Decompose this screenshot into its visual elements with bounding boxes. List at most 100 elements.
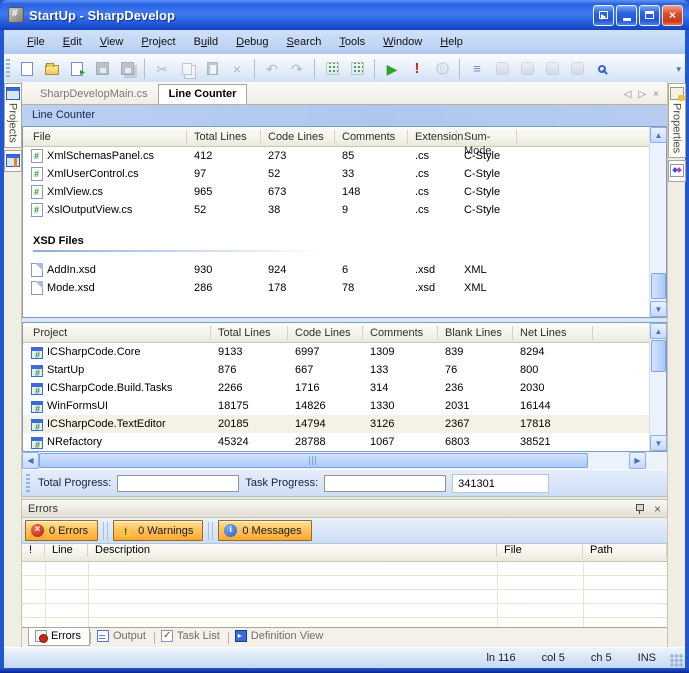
scroll-thumb[interactable]: [39, 453, 588, 468]
redo-button[interactable]: ↷: [285, 57, 309, 81]
column-header-extension[interactable]: Extension: [408, 130, 457, 144]
table-row[interactable]: Mode.xsd28617878.xsdXML: [23, 279, 649, 297]
scroll-up-icon[interactable]: ▲: [650, 127, 667, 143]
column-header-net-lines[interactable]: Net Lines: [513, 326, 593, 340]
toggle-bookmark-button[interactable]: [490, 57, 514, 81]
projects-tab[interactable]: Projects: [4, 83, 22, 148]
minimize-button[interactable]: [616, 5, 637, 26]
profile-button[interactable]: 0: [430, 57, 454, 81]
next-bookmark-button[interactable]: [540, 57, 564, 81]
prev-bookmark-button[interactable]: [515, 57, 539, 81]
menu-item-project[interactable]: Project: [132, 33, 184, 51]
paste-button[interactable]: [200, 57, 224, 81]
save-file-button[interactable]: [90, 57, 114, 81]
scroll-track[interactable]: [39, 452, 629, 469]
column-header-code-lines[interactable]: Code Lines: [288, 326, 363, 340]
errors-filter-button[interactable]: 0 Errors: [25, 520, 98, 541]
prev-tab-button[interactable]: ◁: [624, 89, 632, 100]
messages-filter-button[interactable]: 0 Messages: [218, 520, 311, 541]
tab-output[interactable]: Output: [91, 628, 154, 645]
scroll-up-icon[interactable]: ▲: [650, 323, 667, 339]
toolbar-overflow-button[interactable]: ▾: [676, 67, 681, 71]
toolbar-grip[interactable]: [6, 59, 10, 79]
menu-item-window[interactable]: Window: [374, 33, 431, 51]
doc-tab-line-counter[interactable]: Line Counter: [158, 84, 248, 104]
sidebar-tab[interactable]: [668, 160, 686, 182]
scroll-thumb[interactable]: [651, 340, 666, 372]
column-header-file[interactable]: File: [23, 130, 187, 144]
resize-grip[interactable]: [670, 654, 683, 667]
table-row[interactable]: StartUp87666713376800: [23, 361, 649, 379]
menu-item-build[interactable]: Build: [185, 33, 227, 51]
comment-region-button[interactable]: [320, 57, 344, 81]
menu-item-debug[interactable]: Debug: [227, 33, 277, 51]
column-header-total-lines[interactable]: Total Lines: [211, 326, 288, 340]
column-header--[interactable]: !: [22, 544, 45, 557]
column-header-path[interactable]: Path: [583, 544, 667, 557]
close-tab-button[interactable]: ×: [653, 89, 659, 100]
table-row[interactable]: ICSharpCode.Build.Tasks22661716314236203…: [23, 379, 649, 397]
new-file-button[interactable]: [15, 57, 39, 81]
column-header-code-lines[interactable]: Code Lines: [261, 130, 335, 144]
column-header-project[interactable]: Project: [23, 326, 211, 340]
column-header-comments[interactable]: Comments: [335, 130, 408, 144]
open-with-button[interactable]: [65, 57, 89, 81]
projects-table-scrollbar[interactable]: ▲ ▼: [649, 323, 666, 451]
tab-definition-view[interactable]: Definition View: [229, 628, 332, 645]
undo-button[interactable]: ↶: [260, 57, 284, 81]
column-header-line[interactable]: Line: [45, 544, 88, 557]
table-row[interactable]: ICSharpCode.Core9133699713098398294: [23, 343, 649, 361]
clear-bookmarks-button[interactable]: [565, 57, 589, 81]
menu-item-search[interactable]: Search: [278, 33, 331, 51]
copy-button[interactable]: [175, 57, 199, 81]
next-tab-button[interactable]: ▷: [638, 89, 646, 100]
scroll-down-icon[interactable]: ▼: [650, 301, 667, 317]
column-header-sum-mode[interactable]: Sum-Mode: [457, 130, 517, 144]
files-table-scrollbar[interactable]: ▲ ▼: [649, 127, 666, 317]
table-row[interactable]: WinFormsUI18175148261330203116144: [23, 397, 649, 415]
close-button[interactable]: ×: [662, 5, 683, 26]
tools-tab[interactable]: [4, 150, 22, 172]
pin-icon[interactable]: [635, 503, 644, 514]
float-window-button[interactable]: [593, 5, 614, 26]
close-pane-icon[interactable]: ×: [654, 503, 661, 515]
stop-build-button[interactable]: !: [405, 57, 429, 81]
table-row[interactable]: XmlUserControl.cs975233.csC-Style: [23, 165, 649, 183]
column-header-total-lines[interactable]: Total Lines: [187, 130, 261, 144]
maximize-button[interactable]: [639, 5, 660, 26]
table-row[interactable]: XmlView.cs965673148.csC-Style: [23, 183, 649, 201]
scroll-left-icon[interactable]: ◀: [22, 452, 39, 469]
search-button[interactable]: [590, 57, 614, 81]
save-all-button[interactable]: [115, 57, 139, 81]
run-button[interactable]: ▶: [380, 57, 404, 81]
tab-errors[interactable]: Errors: [28, 628, 90, 646]
menu-item-tools[interactable]: Tools: [330, 33, 374, 51]
table-row[interactable]: NRefactory45324287881067680338521: [23, 433, 649, 451]
scroll-right-icon[interactable]: ▶: [629, 452, 646, 469]
titlebar[interactable]: StartUp - SharpDevelop ×: [0, 0, 689, 30]
table-row[interactable]: XslOutputView.cs52389.csC-Style: [23, 201, 649, 219]
menu-item-view[interactable]: View: [91, 33, 133, 51]
table-row[interactable]: XmlSchemasPanel.cs41227385.csC-Style: [23, 147, 649, 165]
tab-task-list[interactable]: Task List: [155, 628, 228, 645]
uncomment-region-button[interactable]: [345, 57, 369, 81]
scroll-thumb[interactable]: [651, 273, 666, 299]
menu-item-edit[interactable]: Edit: [54, 33, 91, 51]
horizontal-scrollbar[interactable]: ◀ ▶: [22, 452, 667, 469]
bookmark-list-button[interactable]: ≡: [465, 57, 489, 81]
open-file-button[interactable]: [40, 57, 64, 81]
scroll-down-icon[interactable]: ▼: [650, 435, 667, 451]
table-row[interactable]: ICSharpCode.TextEditor201851479431262367…: [23, 415, 649, 433]
statusbar-grip[interactable]: [26, 474, 30, 492]
delete-button[interactable]: ×: [225, 57, 249, 81]
column-header-file[interactable]: File: [497, 544, 583, 557]
properties-tab[interactable]: Properties: [668, 83, 686, 158]
column-header-comments[interactable]: Comments: [363, 326, 438, 340]
column-header-description[interactable]: Description: [88, 544, 497, 557]
cut-button[interactable]: ✂: [150, 57, 174, 81]
menu-item-file[interactable]: File: [18, 33, 54, 51]
column-header-blank-lines[interactable]: Blank Lines: [438, 326, 513, 340]
warnings-filter-button[interactable]: 0 Warnings: [113, 520, 203, 541]
menu-item-help[interactable]: Help: [431, 33, 472, 51]
table-row[interactable]: AddIn.xsd9309246.xsdXML: [23, 261, 649, 279]
